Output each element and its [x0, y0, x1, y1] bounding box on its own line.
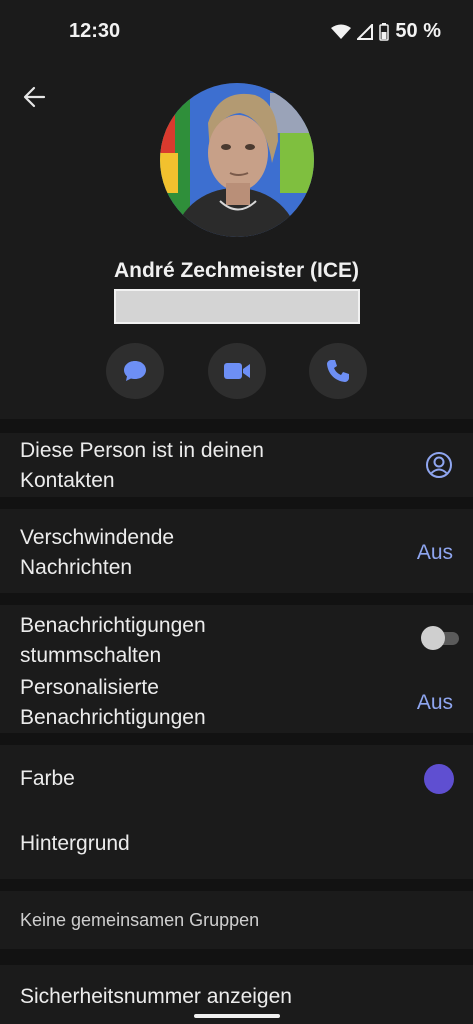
- chat-bubble-icon: [124, 361, 146, 381]
- status-icons: 50 %: [331, 20, 441, 43]
- section-divider: [0, 949, 473, 965]
- chat-color-label: Farbe: [20, 767, 75, 790]
- custom-notifications-label: Personalisierte Benachrichtigungen: [20, 676, 206, 729]
- wallpaper-label: Hintergrund: [20, 832, 130, 855]
- battery-percentage: 50 %: [395, 20, 441, 42]
- redacted-phone-number: [114, 289, 360, 324]
- section-divider: [0, 419, 473, 433]
- avatar[interactable]: [160, 83, 314, 237]
- no-common-groups-label: Keine gemeinsamen Gruppen: [20, 910, 260, 930]
- disappearing-messages-row[interactable]: Verschwindende Nachrichten Aus: [0, 509, 473, 593]
- video-camera-icon: [224, 363, 250, 379]
- custom-notifications-value: Aus: [416, 691, 453, 714]
- video-call-button[interactable]: [208, 343, 266, 399]
- wifi-icon: [331, 24, 352, 39]
- mute-toggle[interactable]: [421, 626, 461, 650]
- person-circle-icon: [426, 452, 452, 478]
- clock: 12:30: [69, 20, 121, 42]
- status-bar: 12:30 50 %: [0, 0, 473, 64]
- home-indicator[interactable]: [194, 1014, 280, 1018]
- quick-actions: [0, 343, 473, 399]
- notifications-section: Benachrichtigungen stummschalten Persona…: [0, 605, 473, 733]
- section-divider: [0, 733, 473, 745]
- disappearing-messages-value: Aus: [416, 541, 453, 564]
- back-button[interactable]: [20, 82, 50, 112]
- section-divider: [0, 497, 473, 509]
- in-contacts-label: Diese Person ist in deinen Kontakten: [20, 439, 264, 492]
- section-divider: [0, 593, 473, 605]
- back-arrow-icon: [23, 86, 46, 108]
- safety-number-label: Sicherheitsnummer anzeigen: [20, 985, 292, 1008]
- disappearing-messages-label: Verschwindende Nachrichten: [20, 526, 175, 579]
- contact-name: André Zechmeister (ICE): [113, 259, 360, 282]
- voice-call-button[interactable]: [309, 343, 367, 399]
- message-button[interactable]: [106, 343, 164, 399]
- profile-photo: [160, 83, 314, 237]
- chat-color-swatch: [424, 764, 454, 794]
- contacts-row[interactable]: Diese Person ist in deinen Kontakten: [0, 433, 473, 497]
- toggle-knob: [421, 626, 445, 650]
- appearance-section: Farbe Hintergrund: [0, 745, 473, 879]
- signal-icon: [357, 23, 374, 40]
- battery-icon: [379, 22, 390, 41]
- mute-notifications-label: Benachrichtigungen stummschalten: [20, 614, 206, 667]
- groups-section: Keine gemeinsamen Gruppen: [0, 891, 473, 949]
- phone-icon: [327, 360, 349, 382]
- section-divider: [0, 879, 473, 891]
